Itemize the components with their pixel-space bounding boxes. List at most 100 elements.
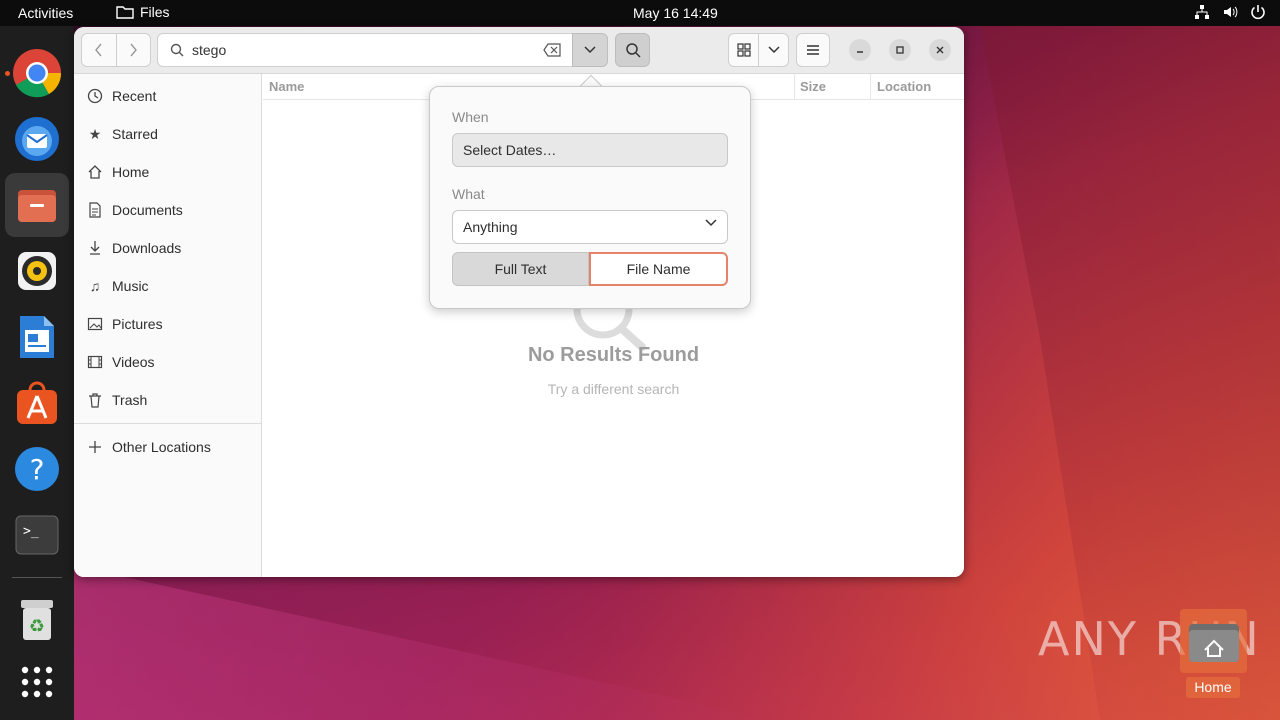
close-button[interactable] — [929, 39, 951, 61]
what-dropdown[interactable]: Anything — [452, 210, 728, 244]
grid-view-button[interactable] — [729, 34, 758, 66]
home-folder-icon — [1188, 624, 1239, 662]
dock: ? >_ ♻ — [0, 26, 74, 720]
star-icon: ★ — [88, 125, 102, 142]
thunderbird-launcher[interactable] — [5, 106, 69, 170]
chevron-down-icon — [767, 46, 780, 54]
clock[interactable]: May 16 14:49 — [633, 5, 718, 21]
sidebar-item-label: Home — [112, 164, 150, 180]
trash-launcher[interactable]: ♻ — [5, 587, 69, 651]
what-label: What — [452, 186, 485, 202]
svg-text:?: ? — [30, 453, 45, 486]
chrome-launcher[interactable] — [5, 41, 69, 105]
hamburger-icon — [807, 45, 819, 55]
desktop-home-icon[interactable] — [1180, 609, 1247, 673]
close-icon — [936, 46, 944, 54]
sidebar-item-label: Recent — [112, 88, 157, 104]
app-name: Files — [140, 4, 170, 20]
files-icon — [18, 190, 56, 222]
back-button[interactable] — [82, 34, 116, 66]
terminal-launcher[interactable]: >_ — [5, 503, 69, 567]
sidebar-item-other-locations[interactable]: Other Locations — [86, 433, 256, 461]
system-tray[interactable] — [1194, 4, 1266, 20]
files-launcher[interactable] — [5, 173, 69, 237]
chrome-icon — [13, 49, 62, 98]
view-buttons — [728, 33, 789, 67]
full-text-button[interactable]: Full Text — [452, 252, 589, 286]
sidebar-item-label: Music — [112, 278, 149, 294]
search-type-toggle: Full Text File Name — [452, 252, 728, 286]
desktop-home-label: Home — [1186, 677, 1240, 698]
search-options-button[interactable] — [572, 33, 608, 67]
app-center-launcher[interactable] — [5, 371, 69, 435]
sidebar-item-videos[interactable]: Videos — [86, 348, 256, 376]
svg-text:♻: ♻ — [29, 616, 45, 637]
file-name-button[interactable]: File Name — [589, 252, 728, 286]
clear-icon[interactable] — [543, 43, 561, 57]
when-label: When — [452, 109, 489, 125]
select-dates-button[interactable]: Select Dates… — [452, 133, 728, 167]
help-launcher[interactable]: ? — [5, 437, 69, 501]
activities-button[interactable]: Activities — [18, 5, 73, 21]
sidebar-item-starred[interactable]: ★ Starred — [86, 120, 256, 148]
search-input[interactable]: stego — [157, 33, 573, 67]
navigation-buttons — [81, 33, 151, 67]
chevron-right-icon — [130, 43, 138, 57]
chevron-down-icon — [705, 219, 717, 227]
writer-launcher[interactable] — [5, 305, 69, 369]
sidebar-item-documents[interactable]: Documents — [86, 196, 256, 224]
terminal-icon: >_ — [15, 515, 59, 555]
search-options-popover: When Select Dates… What Anything Full Te… — [429, 86, 751, 309]
network-icon — [1195, 5, 1209, 19]
rhythmbox-launcher[interactable] — [5, 239, 69, 303]
sidebar-item-home[interactable]: Home — [86, 158, 256, 186]
document-icon — [86, 201, 104, 219]
minimize-button[interactable] — [849, 39, 871, 61]
column-divider — [794, 74, 795, 99]
thunderbird-icon — [15, 117, 59, 161]
minimize-icon — [857, 51, 863, 53]
show-apps-button[interactable] — [5, 650, 69, 714]
plus-icon — [86, 438, 104, 456]
sidebar-item-label: Trash — [112, 392, 148, 408]
what-dropdown-value: Anything — [463, 219, 518, 235]
column-header-name[interactable]: Name — [269, 74, 304, 99]
maximize-button[interactable] — [889, 39, 911, 61]
picture-icon — [86, 315, 104, 333]
header-bar: stego — [74, 27, 964, 74]
show-apps-icon — [21, 666, 53, 698]
sidebar-divider — [74, 423, 262, 424]
sidebar-item-downloads[interactable]: Downloads — [86, 234, 256, 262]
home-icon — [86, 163, 104, 181]
sidebar-item-trash[interactable]: Trash — [86, 386, 256, 414]
sidebar-item-label: Starred — [112, 126, 158, 142]
main-menu-button[interactable] — [796, 33, 830, 67]
sidebar-item-pictures[interactable]: Pictures — [86, 310, 256, 338]
search-icon — [625, 43, 641, 58]
download-icon — [86, 239, 104, 257]
sidebar-item-music[interactable]: ♫ Music — [86, 272, 256, 300]
app-menu[interactable]: Files — [116, 4, 170, 20]
grid-icon — [736, 43, 751, 57]
trash-icon — [86, 391, 104, 409]
search-text: stego — [192, 42, 227, 58]
empty-state-subtitle: Try a different search — [547, 381, 680, 397]
music-icon: ♫ — [89, 278, 101, 294]
volume-icon — [1224, 6, 1238, 18]
empty-state-title: No Results Found — [527, 344, 700, 366]
column-header-location[interactable]: Location — [877, 74, 931, 99]
chevron-left-icon — [94, 43, 102, 57]
power-icon — [1251, 5, 1265, 20]
column-header-size[interactable]: Size — [800, 74, 826, 99]
sidebar-item-label: Videos — [112, 354, 155, 370]
column-divider — [870, 74, 871, 99]
sidebar-item-recent[interactable]: Recent — [86, 82, 256, 110]
forward-button[interactable] — [115, 34, 151, 66]
search-toggle-button[interactable] — [615, 33, 650, 67]
view-options-button[interactable] — [758, 34, 788, 66]
sidebar-item-label: Downloads — [112, 240, 182, 256]
app-center-icon — [17, 381, 57, 424]
sidebar-item-label: Other Locations — [112, 439, 211, 455]
rhythmbox-icon — [18, 252, 56, 290]
trash-icon: ♻ — [21, 600, 53, 640]
